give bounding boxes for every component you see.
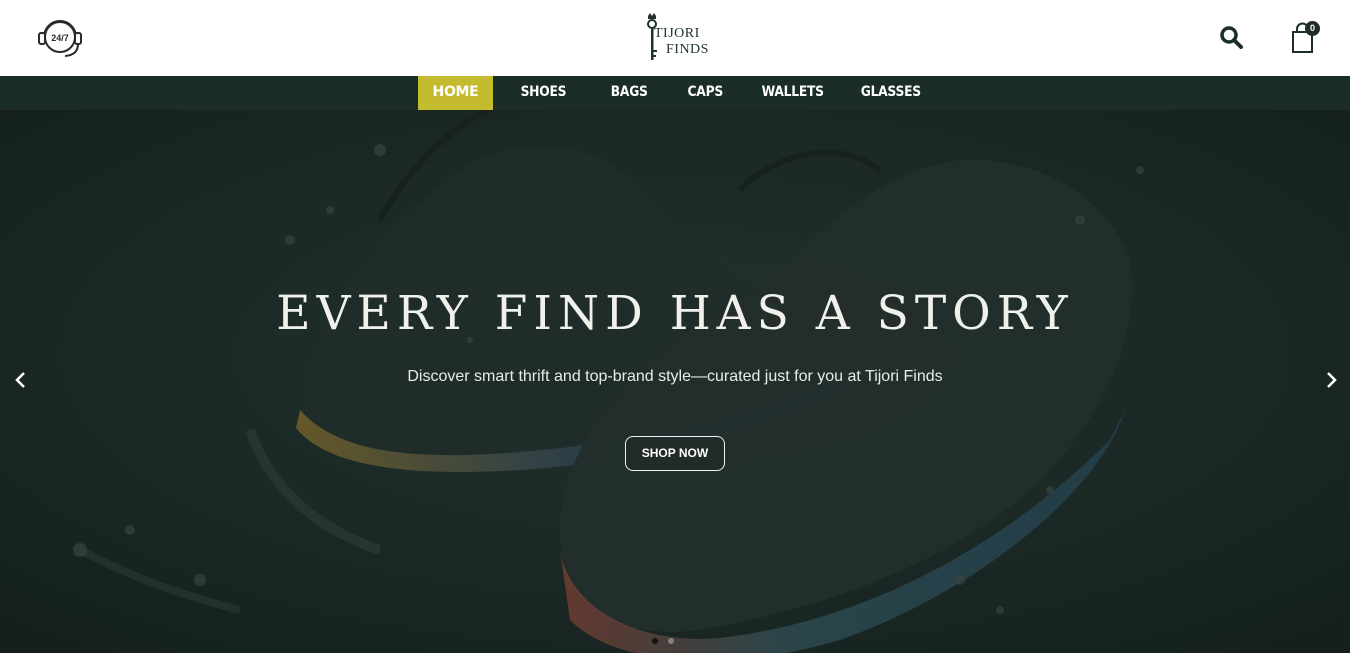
hero-slider: EVERY FIND HAS A STORY Discover smart th… xyxy=(0,110,1350,653)
chevron-left-icon[interactable] xyxy=(9,368,33,392)
svg-text:24/7: 24/7 xyxy=(51,33,69,43)
hero-subtitle: Discover smart thrift and top-brand styl… xyxy=(407,368,943,385)
slider-dot-1[interactable] xyxy=(652,638,658,644)
nav-item-caps[interactable]: CAPS xyxy=(685,76,725,110)
nav-item-bags[interactable]: BAGS xyxy=(609,76,649,110)
nav-item-shoes[interactable]: SHOES xyxy=(517,76,570,110)
site-header: 24/7 Tijori Finds 0 xyxy=(0,0,1350,76)
shop-now-button[interactable]: SHOP NOW xyxy=(625,436,725,471)
chevron-right-icon[interactable] xyxy=(1319,368,1343,392)
logo-line-2: Finds xyxy=(666,42,709,57)
cart-button[interactable]: 0 xyxy=(1288,20,1322,54)
nav-item-glasses[interactable]: GLASSES xyxy=(860,76,922,110)
slider-dot-2[interactable] xyxy=(668,638,674,644)
search-icon[interactable] xyxy=(1218,24,1244,50)
nav-item-home[interactable]: HOME xyxy=(418,76,493,110)
logo-line-1: Tijori xyxy=(654,26,700,41)
cart-count-badge: 0 xyxy=(1305,21,1320,36)
headset-24-7-icon[interactable]: 24/7 xyxy=(35,15,85,61)
hero-title: EVERY FIND HAS A STORY xyxy=(276,286,1074,341)
logo-wordmark: Tijori Finds xyxy=(654,26,709,58)
nav-item-wallets[interactable]: WALLETS xyxy=(761,76,824,110)
site-logo[interactable]: Tijori Finds xyxy=(640,10,710,68)
slider-pagination xyxy=(652,631,684,644)
main-nav: HOME SHOES BAGS CAPS WALLETS GLASSES xyxy=(0,76,1350,110)
